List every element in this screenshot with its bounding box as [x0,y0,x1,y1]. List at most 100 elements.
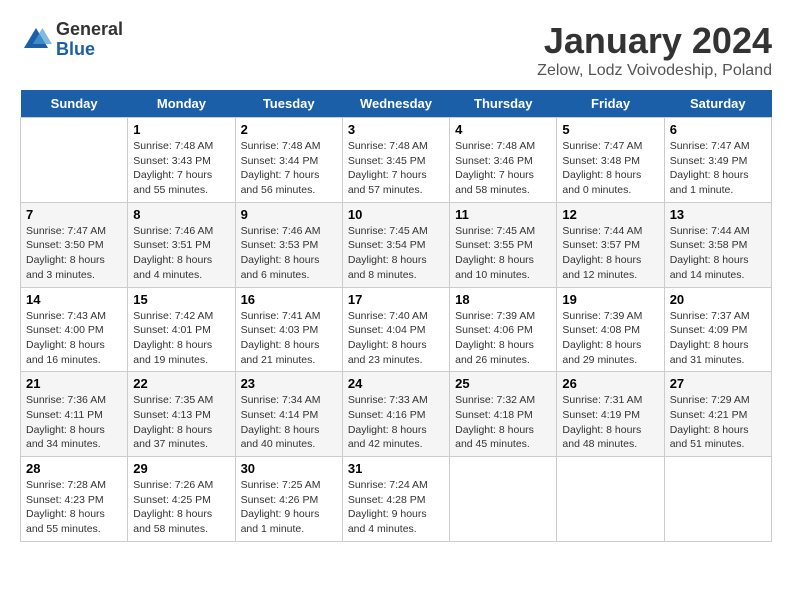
calendar-cell: 18Sunrise: 7:39 AM Sunset: 4:06 PM Dayli… [450,287,557,372]
day-info: Sunrise: 7:36 AM Sunset: 4:11 PM Dayligh… [26,393,122,452]
day-header-tuesday: Tuesday [235,90,342,118]
day-info: Sunrise: 7:46 AM Sunset: 3:53 PM Dayligh… [241,224,337,283]
calendar-week-1: 1 Sunrise: 7:48 AM Sunset: 3:43 PM Daylig… [21,118,772,203]
calendar-week-2: 7 Sunrise: 7:47 AM Sunset: 3:50 PM Daylig… [21,202,772,287]
calendar-cell: 25 Sunrise: 7:32 AM Sunset: 4:18 PM Dayli… [450,372,557,457]
calendar-cell: 14Sunrise: 7:43 AM Sunset: 4:00 PM Dayli… [21,287,128,372]
day-header-saturday: Saturday [664,90,771,118]
day-info: Sunrise: 7:48 AM Sunset: 3:45 PM Dayligh… [348,139,444,198]
day-info: Sunrise: 7:43 AM Sunset: 4:00 PM Dayligh… [26,309,122,368]
day-info: Sunrise: 7:41 AM Sunset: 4:03 PM Dayligh… [241,309,337,368]
calendar-cell: 11 Sunrise: 7:45 AM Sunset: 3:55 PM Dayli… [450,202,557,287]
calendar-cell: 1 Sunrise: 7:48 AM Sunset: 3:43 PM Daylig… [128,118,235,203]
day-info: Sunrise: 7:37 AM Sunset: 4:09 PM Dayligh… [670,309,766,368]
day-info: Sunrise: 7:46 AM Sunset: 3:51 PM Dayligh… [133,224,229,283]
day-number: 27 [670,376,766,391]
calendar-cell: 5Sunrise: 7:47 AM Sunset: 3:48 PM Daylig… [557,118,664,203]
calendar-cell: 23Sunrise: 7:34 AM Sunset: 4:14 PM Dayli… [235,372,342,457]
header: General Blue January 2024 Zelow, Lodz Vo… [20,20,772,80]
day-number: 28 [26,461,122,476]
day-header-friday: Friday [557,90,664,118]
day-info: Sunrise: 7:45 AM Sunset: 3:54 PM Dayligh… [348,224,444,283]
day-number: 4 [455,122,551,137]
day-number: 13 [670,207,766,222]
day-info: Sunrise: 7:28 AM Sunset: 4:23 PM Dayligh… [26,478,122,537]
calendar-cell: 15 Sunrise: 7:42 AM Sunset: 4:01 PM Dayli… [128,287,235,372]
day-info: Sunrise: 7:24 AM Sunset: 4:28 PM Dayligh… [348,478,444,537]
day-header-thursday: Thursday [450,90,557,118]
day-info: Sunrise: 7:44 AM Sunset: 3:58 PM Dayligh… [670,224,766,283]
calendar-cell: 13 Sunrise: 7:44 AM Sunset: 3:58 PM Dayli… [664,202,771,287]
calendar-week-4: 21 Sunrise: 7:36 AM Sunset: 4:11 PM Dayli… [21,372,772,457]
day-header-sunday: Sunday [21,90,128,118]
day-header-wednesday: Wednesday [342,90,449,118]
day-info: Sunrise: 7:39 AM Sunset: 4:06 PM Dayligh… [455,309,551,368]
calendar-cell: 16Sunrise: 7:41 AM Sunset: 4:03 PM Dayli… [235,287,342,372]
day-info: Sunrise: 7:44 AM Sunset: 3:57 PM Dayligh… [562,224,658,283]
day-info: Sunrise: 7:26 AM Sunset: 4:25 PM Dayligh… [133,478,229,537]
calendar-cell: 9 Sunrise: 7:46 AM Sunset: 3:53 PM Daylig… [235,202,342,287]
calendar-cell: 22Sunrise: 7:35 AM Sunset: 4:13 PM Dayli… [128,372,235,457]
logo-icon [20,24,52,56]
calendar-cell: 24Sunrise: 7:33 AM Sunset: 4:16 PM Dayli… [342,372,449,457]
day-number: 2 [241,122,337,137]
calendar-cell: 31Sunrise: 7:24 AM Sunset: 4:28 PM Dayli… [342,457,449,542]
day-info: Sunrise: 7:33 AM Sunset: 4:16 PM Dayligh… [348,393,444,452]
day-info: Sunrise: 7:25 AM Sunset: 4:26 PM Dayligh… [241,478,337,537]
calendar-cell: 20Sunrise: 7:37 AM Sunset: 4:09 PM Dayli… [664,287,771,372]
calendar-cell: 27 Sunrise: 7:29 AM Sunset: 4:21 PM Dayli… [664,372,771,457]
day-info: Sunrise: 7:45 AM Sunset: 3:55 PM Dayligh… [455,224,551,283]
title-area: January 2024 Zelow, Lodz Voivodeship, Po… [537,20,772,80]
calendar-cell: 19Sunrise: 7:39 AM Sunset: 4:08 PM Dayli… [557,287,664,372]
calendar-cell [557,457,664,542]
day-number: 29 [133,461,229,476]
day-header-monday: Monday [128,90,235,118]
day-number: 15 [133,292,229,307]
logo: General Blue [20,20,123,60]
day-info: Sunrise: 7:48 AM Sunset: 3:43 PM Dayligh… [133,139,229,198]
day-info: Sunrise: 7:48 AM Sunset: 3:44 PM Dayligh… [241,139,337,198]
calendar-cell: 12 Sunrise: 7:44 AM Sunset: 3:57 PM Dayli… [557,202,664,287]
logo-general-text: General [56,20,123,40]
day-info: Sunrise: 7:29 AM Sunset: 4:21 PM Dayligh… [670,393,766,452]
day-info: Sunrise: 7:35 AM Sunset: 4:13 PM Dayligh… [133,393,229,452]
calendar-cell: 10 Sunrise: 7:45 AM Sunset: 3:54 PM Dayli… [342,202,449,287]
day-number: 30 [241,461,337,476]
day-info: Sunrise: 7:31 AM Sunset: 4:19 PM Dayligh… [562,393,658,452]
calendar-header-row: SundayMondayTuesdayWednesdayThursdayFrid… [21,90,772,118]
day-info: Sunrise: 7:40 AM Sunset: 4:04 PM Dayligh… [348,309,444,368]
day-number: 10 [348,207,444,222]
day-number: 11 [455,207,551,222]
day-info: Sunrise: 7:48 AM Sunset: 3:46 PM Dayligh… [455,139,551,198]
logo-text: General Blue [56,20,123,60]
logo-blue-text: Blue [56,40,123,60]
day-info: Sunrise: 7:42 AM Sunset: 4:01 PM Dayligh… [133,309,229,368]
calendar-cell: 8Sunrise: 7:46 AM Sunset: 3:51 PM Daylig… [128,202,235,287]
day-number: 9 [241,207,337,222]
day-info: Sunrise: 7:47 AM Sunset: 3:49 PM Dayligh… [670,139,766,198]
calendar-cell [450,457,557,542]
day-number: 12 [562,207,658,222]
day-number: 3 [348,122,444,137]
day-number: 26 [562,376,658,391]
calendar-cell: 7 Sunrise: 7:47 AM Sunset: 3:50 PM Daylig… [21,202,128,287]
day-number: 7 [26,207,122,222]
day-number: 19 [562,292,658,307]
calendar-subtitle: Zelow, Lodz Voivodeship, Poland [537,62,772,80]
calendar-cell [664,457,771,542]
day-number: 5 [562,122,658,137]
day-info: Sunrise: 7:32 AM Sunset: 4:18 PM Dayligh… [455,393,551,452]
calendar-cell: 30 Sunrise: 7:25 AM Sunset: 4:26 PM Dayli… [235,457,342,542]
day-number: 1 [133,122,229,137]
calendar-cell: 2 Sunrise: 7:48 AM Sunset: 3:44 PM Daylig… [235,118,342,203]
calendar-week-5: 28 Sunrise: 7:28 AM Sunset: 4:23 PM Dayli… [21,457,772,542]
day-info: Sunrise: 7:47 AM Sunset: 3:50 PM Dayligh… [26,224,122,283]
day-number: 21 [26,376,122,391]
calendar-cell: 26 Sunrise: 7:31 AM Sunset: 4:19 PM Dayli… [557,372,664,457]
calendar-table: SundayMondayTuesdayWednesdayThursdayFrid… [20,90,772,542]
calendar-cell: 29 Sunrise: 7:26 AM Sunset: 4:25 PM Dayli… [128,457,235,542]
day-number: 25 [455,376,551,391]
calendar-week-3: 14Sunrise: 7:43 AM Sunset: 4:00 PM Dayli… [21,287,772,372]
calendar-cell: 4 Sunrise: 7:48 AM Sunset: 3:46 PM Daylig… [450,118,557,203]
day-info: Sunrise: 7:34 AM Sunset: 4:14 PM Dayligh… [241,393,337,452]
